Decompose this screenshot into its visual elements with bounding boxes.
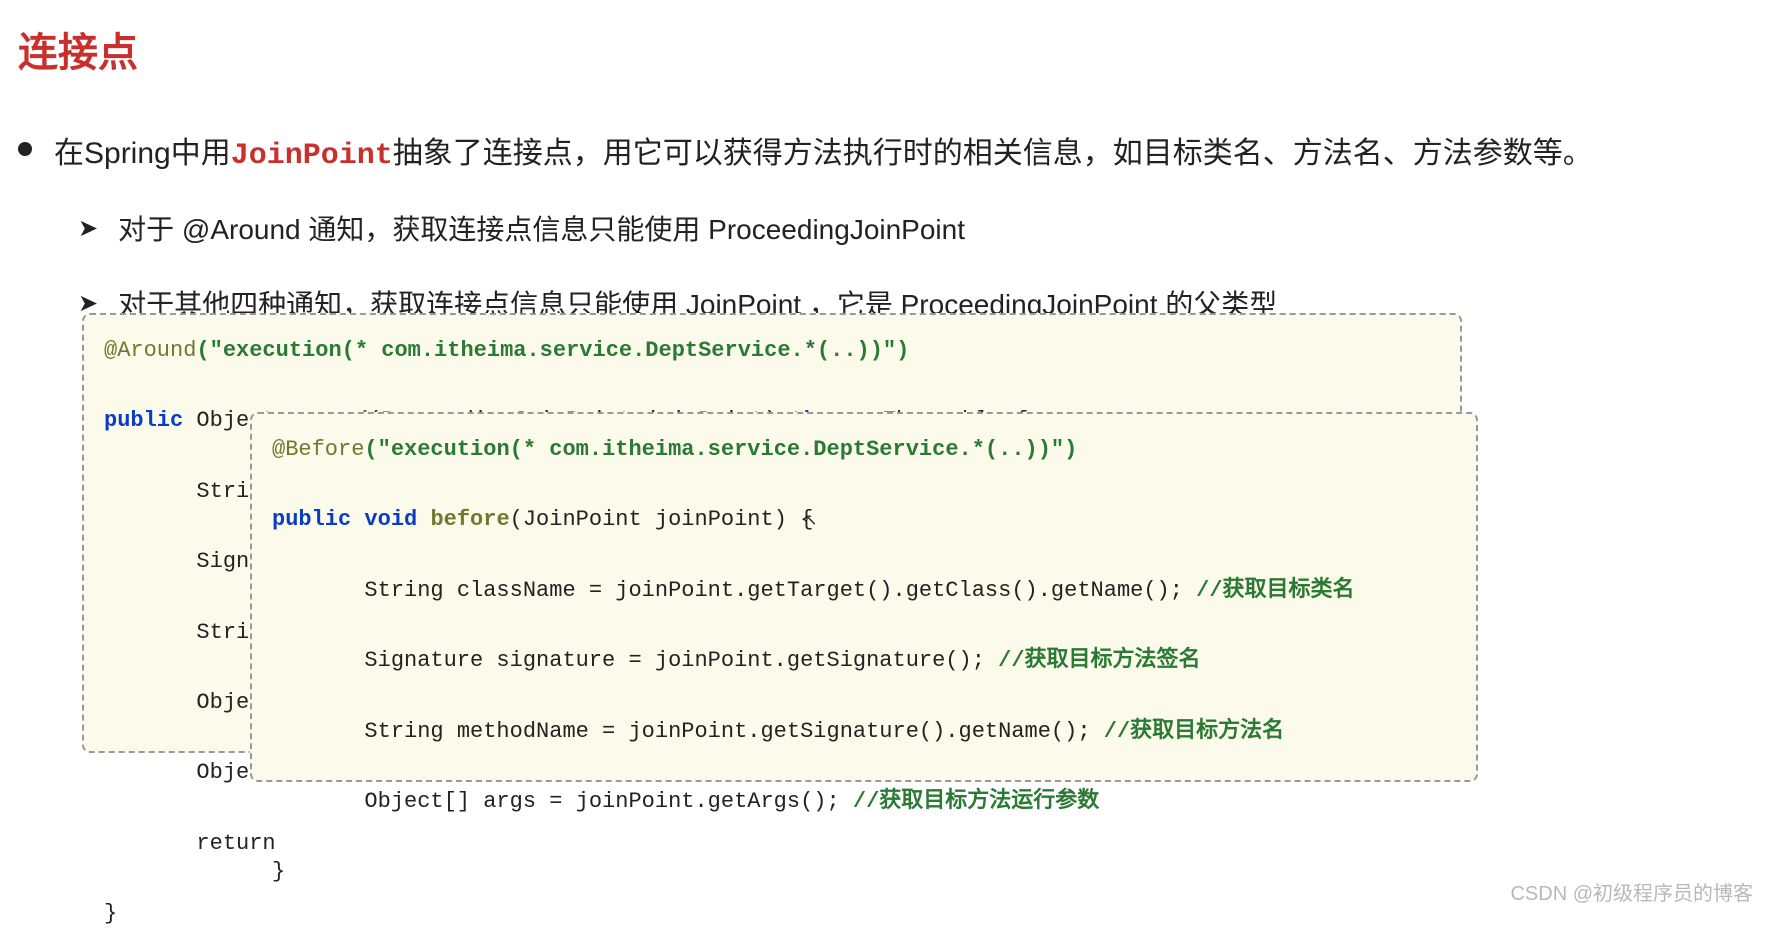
code-close: } [272,859,285,884]
section-heading: 连接点 [0,0,1773,78]
bullet-dot-icon [18,142,32,156]
bullet-joinpoint: JoinPoint [231,139,393,173]
comment: //获取目标方法签名 [998,648,1200,673]
code-line: Object[] args = joinPoint.getArgs(); [272,789,853,814]
sub-bullet-1: ➤ 对于 @Around 通知，获取连接点信息只能使用 ProceedingJo… [78,208,1773,248]
code-line: String methodName = joinPoint.getSignatu… [272,719,1104,744]
comment: //获取目标方法名 [1104,719,1284,744]
code-line: String className = joinPoint.getTarget()… [272,578,1196,603]
comment: //获取目标类名 [1196,578,1354,603]
code-close: } [104,901,117,926]
sub-bullet-list: ➤ 对于 @Around 通知，获取连接点信息只能使用 ProceedingJo… [18,208,1773,323]
bullet-text: 在Spring中用JoinPoint抽象了连接点，用它可以获得方法执行时的相关信… [54,128,1593,173]
fn-params: (JoinPoint joinPoint) { [510,507,814,532]
kw-void: void [364,507,417,532]
annotation-arg: ("execution(* com.itheima.service.DeptSe… [196,338,909,363]
cursor-icon: ↖ [804,509,817,535]
comment: //获取目标方法运行参数 [853,789,1099,814]
kw-public: public [272,507,351,532]
bullet-post: 抽象了连接点，用它可以获得方法执行时的相关信息，如目标类名、方法名、方法参数等。 [393,137,1593,170]
main-bullet: 在Spring中用JoinPoint抽象了连接点，用它可以获得方法执行时的相关信… [18,128,1773,173]
code-line: Signature signature = joinPoint.getSigna… [272,648,998,673]
fn-name: before [430,507,509,532]
annotation-arg: ("execution(* com.itheima.service.DeptSe… [364,437,1077,462]
watermark: CSDN @初级程序员的博客 [1510,877,1753,906]
bullet-pre: 在Spring中用 [54,137,231,170]
chevron-right-icon: ➤ [78,214,98,243]
code-line: return [104,831,289,856]
kw-public: public [104,408,183,433]
annotation: @Before [272,437,364,462]
annotation: @Around [104,338,196,363]
bullet-list: 在Spring中用JoinPoint抽象了连接点，用它可以获得方法执行时的相关信… [0,78,1773,323]
code-block-before: @Before("execution(* com.itheima.service… [250,412,1478,782]
sub-bullet-1-text: 对于 @Around 通知，获取连接点信息只能使用 ProceedingJoin… [118,208,965,248]
